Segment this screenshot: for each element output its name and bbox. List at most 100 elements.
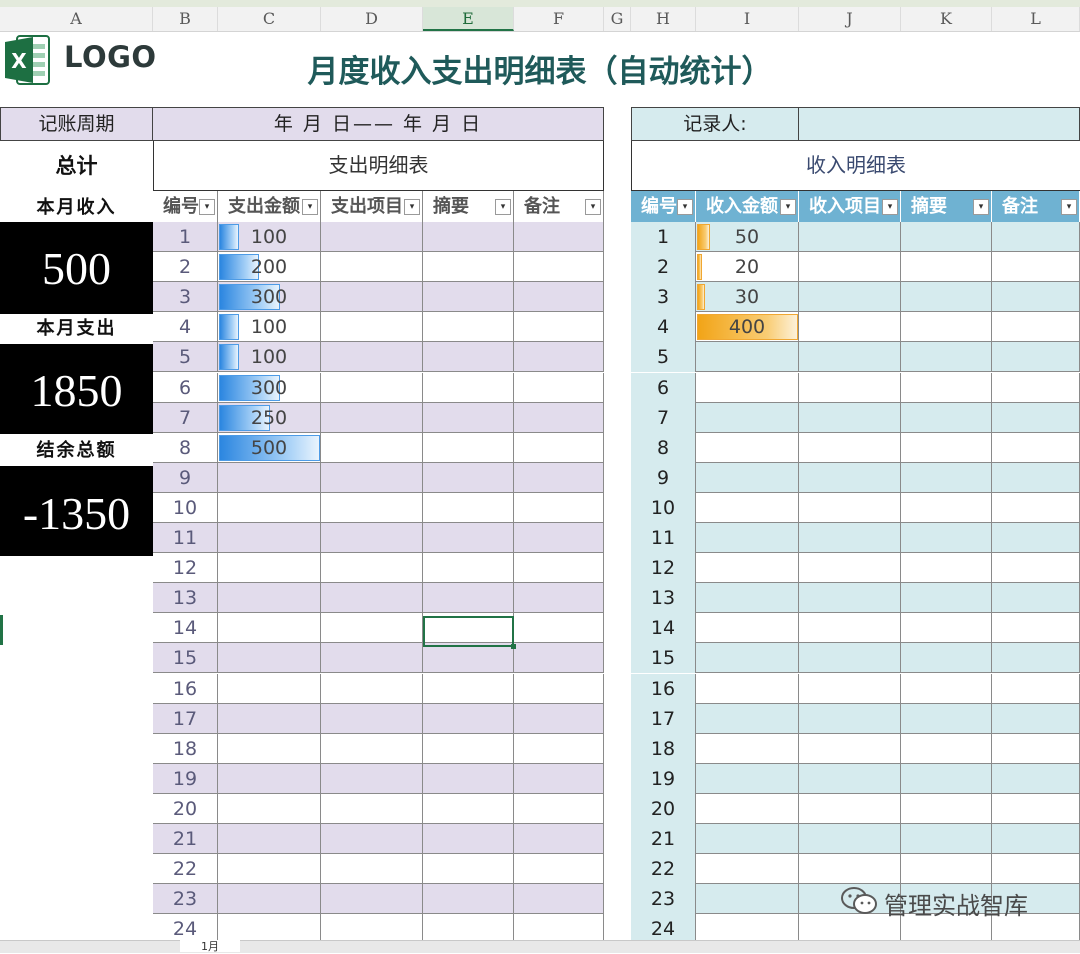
expense-note-cell[interactable] (514, 793, 604, 824)
expense-item-cell[interactable] (321, 312, 423, 343)
income-summary-cell[interactable] (901, 222, 992, 252)
expense-note-cell[interactable] (514, 703, 604, 734)
income-amount-cell[interactable] (696, 553, 799, 584)
expense-note-cell[interactable] (514, 492, 604, 523)
income-note-cell[interactable] (992, 222, 1080, 252)
column-header-f[interactable]: F (514, 7, 604, 31)
expense-amount-cell[interactable]: 500 (218, 432, 321, 463)
income-row-number[interactable]: 15 (631, 643, 696, 674)
income-header-3[interactable]: 摘要 ▾ (901, 191, 992, 222)
expense-total-value[interactable]: 1850 (0, 344, 153, 434)
income-note-cell[interactable] (992, 402, 1080, 433)
expense-row-number[interactable]: 13 (153, 583, 218, 614)
income-note-cell[interactable] (992, 553, 1080, 584)
income-item-cell[interactable] (799, 793, 901, 824)
income-item-cell[interactable] (799, 703, 901, 734)
income-header-0[interactable]: 编号 ▾ (631, 191, 696, 222)
expense-note-cell[interactable] (514, 432, 604, 463)
income-item-cell[interactable] (799, 432, 901, 463)
expense-item-cell[interactable] (321, 703, 423, 734)
expense-row-number[interactable]: 14 (153, 613, 218, 644)
expense-item-cell[interactable] (321, 492, 423, 523)
expense-item-cell[interactable] (321, 402, 423, 433)
expense-summary-cell[interactable] (423, 673, 514, 704)
filter-dropdown-icon[interactable]: ▾ (677, 199, 693, 215)
expense-summary-cell[interactable] (423, 643, 514, 674)
income-item-cell[interactable] (799, 643, 901, 674)
income-note-cell[interactable] (992, 613, 1080, 644)
income-row-number[interactable]: 17 (631, 703, 696, 734)
expense-summary-cell[interactable] (423, 553, 514, 584)
income-summary-cell[interactable] (901, 703, 992, 734)
income-item-cell[interactable] (799, 763, 901, 794)
income-amount-cell[interactable] (696, 613, 799, 644)
income-note-cell[interactable] (992, 372, 1080, 403)
column-header-l[interactable]: L (992, 7, 1080, 31)
column-header-e[interactable]: E (423, 7, 514, 31)
sheet-tab[interactable]: 1月 (180, 940, 240, 953)
income-note-cell[interactable] (992, 824, 1080, 854)
expense-amount-cell[interactable]: 300 (218, 282, 321, 313)
expense-note-cell[interactable] (514, 884, 604, 915)
expense-row-number[interactable]: 18 (153, 733, 218, 764)
expense-item-cell[interactable] (321, 523, 423, 553)
expense-amount-cell[interactable] (218, 854, 321, 885)
expense-amount-cell[interactable]: 300 (218, 372, 321, 403)
expense-row-number[interactable]: 3 (153, 282, 218, 313)
income-summary-cell[interactable] (901, 523, 992, 553)
expense-header-4[interactable]: 备注 ▾ (514, 191, 604, 222)
income-note-cell[interactable] (992, 673, 1080, 704)
income-header-1[interactable]: 收入金额 ▾ (696, 191, 799, 222)
expense-item-cell[interactable] (321, 763, 423, 794)
column-header-i[interactable]: I (696, 7, 799, 31)
income-note-cell[interactable] (992, 523, 1080, 553)
expense-row-number[interactable]: 10 (153, 492, 218, 523)
income-row-number[interactable]: 4 (631, 312, 696, 343)
expense-item-cell[interactable] (321, 884, 423, 915)
income-item-cell[interactable] (799, 372, 901, 403)
income-row-number[interactable]: 5 (631, 342, 696, 373)
recorder-value[interactable] (799, 107, 1080, 141)
income-amount-cell[interactable] (696, 462, 799, 493)
income-row-number[interactable]: 8 (631, 432, 696, 463)
income-amount-cell[interactable] (696, 402, 799, 433)
income-row-number[interactable]: 9 (631, 462, 696, 493)
income-note-cell[interactable] (992, 643, 1080, 674)
income-row-number[interactable]: 22 (631, 854, 696, 885)
expense-amount-cell[interactable] (218, 643, 321, 674)
expense-summary-cell[interactable] (423, 312, 514, 343)
column-header-a[interactable]: A (0, 7, 153, 31)
income-amount-cell[interactable] (696, 523, 799, 553)
income-summary-cell[interactable] (901, 643, 992, 674)
expense-row-number[interactable]: 22 (153, 854, 218, 885)
income-item-cell[interactable] (799, 402, 901, 433)
income-amount-cell[interactable] (696, 432, 799, 463)
expense-item-cell[interactable] (321, 854, 423, 885)
income-amount-cell[interactable] (696, 763, 799, 794)
income-amount-cell[interactable]: 30 (696, 282, 799, 313)
filter-dropdown-icon[interactable]: ▾ (882, 199, 898, 215)
column-header-b[interactable]: B (153, 7, 218, 31)
filter-dropdown-icon[interactable]: ▾ (495, 199, 511, 215)
expense-summary-cell[interactable] (423, 372, 514, 403)
expense-summary-cell[interactable] (423, 492, 514, 523)
income-item-cell[interactable] (799, 553, 901, 584)
income-item-cell[interactable] (799, 583, 901, 614)
income-summary-cell[interactable] (901, 432, 992, 463)
expense-row-number[interactable]: 5 (153, 342, 218, 373)
filter-dropdown-icon[interactable]: ▾ (302, 199, 318, 215)
income-row-number[interactable]: 2 (631, 252, 696, 283)
income-row-number[interactable]: 14 (631, 613, 696, 644)
expense-section-title[interactable]: 支出明细表 (153, 141, 604, 191)
income-note-cell[interactable] (992, 793, 1080, 824)
expense-header-1[interactable]: 支出金额 ▾ (218, 191, 321, 222)
expense-amount-cell[interactable] (218, 763, 321, 794)
income-amount-cell[interactable] (696, 824, 799, 854)
income-amount-cell[interactable] (696, 342, 799, 373)
expense-row-number[interactable]: 2 (153, 252, 218, 283)
filter-dropdown-icon[interactable]: ▾ (585, 199, 601, 215)
expense-item-cell[interactable] (321, 643, 423, 674)
expense-summary-cell[interactable] (423, 583, 514, 614)
income-amount-cell[interactable] (696, 733, 799, 764)
expense-amount-cell[interactable] (218, 884, 321, 915)
